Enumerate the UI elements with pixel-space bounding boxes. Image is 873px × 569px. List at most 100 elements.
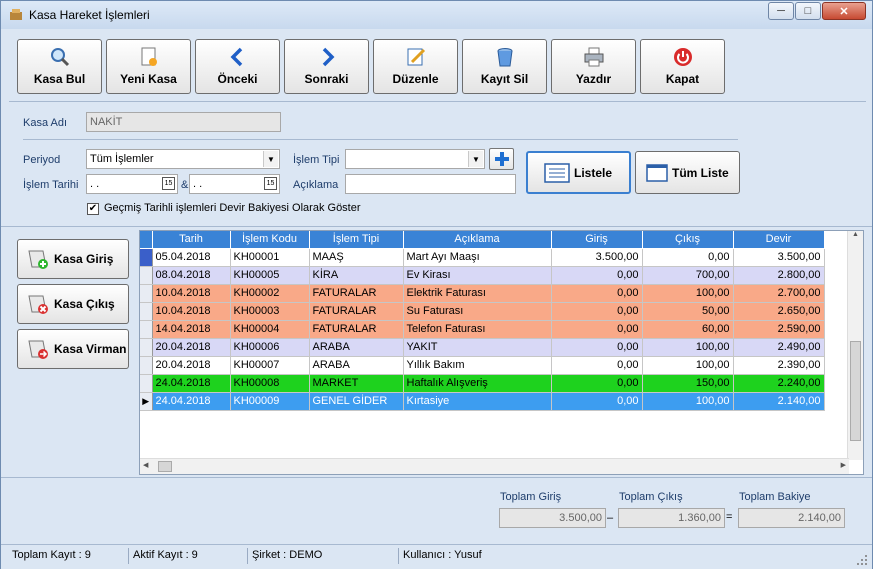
column-header[interactable]: Devir xyxy=(733,231,825,249)
yeni-kasa-button[interactable]: Yeni Kasa xyxy=(106,39,191,94)
kasa-bul-button[interactable]: Kasa Bul xyxy=(17,39,102,94)
row-indicator[interactable]: ▶ xyxy=(140,392,153,411)
scroll-up-icon[interactable]: ▲ xyxy=(848,231,863,245)
table-row[interactable]: 24.04.2018 KH00008 MARKET Haftalık Alışveri… xyxy=(140,374,825,393)
column-header[interactable]: Giriş xyxy=(551,231,643,249)
resize-grip-icon[interactable] xyxy=(856,554,868,566)
column-header[interactable]: İşlem Tipi xyxy=(309,231,404,249)
table-cell-kod[interactable]: KH00008 xyxy=(230,374,310,393)
calendar-icon[interactable]: 15 xyxy=(162,177,175,190)
close-button[interactable]: ✕ xyxy=(822,2,866,20)
maximize-button[interactable]: □ xyxy=(795,2,821,20)
scroll-right-icon[interactable]: ▶ xyxy=(841,461,846,469)
table-row[interactable]: 10.04.2018 KH00003 FATURALAR Su Faturası 0,0… xyxy=(140,302,825,321)
table-cell-tarih[interactable]: 05.04.2018 xyxy=(152,248,231,267)
table-cell-tarih[interactable]: 08.04.2018 xyxy=(152,266,231,285)
table-cell-devir[interactable]: 2.140,00 xyxy=(733,392,825,411)
table-cell-tip[interactable]: FATURALAR xyxy=(309,302,404,321)
table-row[interactable]: ▶ 24.04.2018 KH00009 GENEL GİDER Kırtasiye 0,… xyxy=(140,392,825,411)
table-cell-aciklama[interactable]: YAKIT xyxy=(403,338,552,357)
table-cell-giris[interactable]: 0,00 xyxy=(551,374,643,393)
table-cell-kod[interactable]: KH00005 xyxy=(230,266,310,285)
row-indicator[interactable] xyxy=(140,266,153,285)
table-cell-kod[interactable]: KH00002 xyxy=(230,284,310,303)
table-cell-giris[interactable]: 0,00 xyxy=(551,338,643,357)
table-cell-kod[interactable]: KH00009 xyxy=(230,392,310,411)
table-row[interactable]: 20.04.2018 KH00007 ARABA Yıllık Bakım 0,00 10… xyxy=(140,356,825,375)
row-indicator[interactable] xyxy=(140,338,153,357)
duzenle-button[interactable]: Düzenle xyxy=(373,39,458,94)
table-cell-cikis[interactable]: 50,00 xyxy=(642,302,734,321)
date-to-field[interactable]: . . 15 xyxy=(189,174,280,194)
column-header[interactable]: Çıkış xyxy=(642,231,734,249)
table-cell-devir[interactable]: 2.590,00 xyxy=(733,320,825,339)
table-cell-tip[interactable]: KİRA xyxy=(309,266,404,285)
kasa-virman-button[interactable]: Kasa Virman xyxy=(17,329,129,369)
aciklama-field[interactable] xyxy=(345,174,516,194)
column-header[interactable]: Açıklama xyxy=(403,231,552,249)
chevron-down-icon[interactable]: ▼ xyxy=(263,151,278,167)
sonraki-button[interactable]: Sonraki xyxy=(284,39,369,94)
kasa-cikis-button[interactable]: Kasa Çıkış xyxy=(17,284,129,324)
table-row[interactable]: 10.04.2018 KH00002 FATURALAR Elektrik Fatur… xyxy=(140,284,825,303)
table-row[interactable]: 05.04.2018 KH00001 MAAŞ Mart Ayı Maaşı 3.500… xyxy=(140,248,825,267)
table-cell-giris[interactable]: 0,00 xyxy=(551,302,643,321)
periyod-select[interactable]: Tüm İşlemler ▼ xyxy=(86,149,280,169)
kasa-giris-button[interactable]: Kasa Giriş xyxy=(17,239,129,279)
kayit-sil-button[interactable]: Kayıt Sil xyxy=(462,39,547,94)
onceki-button[interactable]: Önceki xyxy=(195,39,280,94)
table-cell-aciklama[interactable]: Su Faturası xyxy=(403,302,552,321)
table-cell-tip[interactable]: ARABA xyxy=(309,356,404,375)
table-row[interactable]: 14.04.2018 KH00004 FATURALAR Telefon Fatura… xyxy=(140,320,825,339)
table-cell-aciklama[interactable]: Telefon Faturası xyxy=(403,320,552,339)
table-cell-tip[interactable]: GENEL GİDER xyxy=(309,392,404,411)
yazdir-button[interactable]: Yazdır xyxy=(551,39,636,94)
row-indicator[interactable] xyxy=(140,302,153,321)
scroll-left-icon[interactable]: ◀ xyxy=(143,461,148,469)
column-header[interactable]: Tarih xyxy=(152,231,231,249)
table-cell-giris[interactable]: 0,00 xyxy=(551,266,643,285)
hscroll-thumb[interactable] xyxy=(158,461,172,472)
table-cell-tarih[interactable]: 24.04.2018 xyxy=(152,392,231,411)
table-cell-cikis[interactable]: 100,00 xyxy=(642,284,734,303)
table-cell-cikis[interactable]: 0,00 xyxy=(642,248,734,267)
table-cell-devir[interactable]: 2.800,00 xyxy=(733,266,825,285)
table-cell-tarih[interactable]: 24.04.2018 xyxy=(152,374,231,393)
table-cell-tip[interactable]: MARKET xyxy=(309,374,404,393)
vertical-scrollbar[interactable]: ▲ xyxy=(847,231,863,460)
column-header[interactable]: İşlem Kodu xyxy=(230,231,310,249)
scroll-thumb[interactable] xyxy=(850,341,861,441)
table-cell-cikis[interactable]: 100,00 xyxy=(642,356,734,375)
row-indicator[interactable] xyxy=(140,284,153,303)
date-from-field[interactable]: . . 15 xyxy=(86,174,178,194)
minimize-button[interactable]: ─ xyxy=(768,2,794,20)
table-cell-aciklama[interactable]: Yıllık Bakım xyxy=(403,356,552,375)
table-cell-kod[interactable]: KH00001 xyxy=(230,248,310,267)
table-cell-tip[interactable]: MAAŞ xyxy=(309,248,404,267)
listele-button[interactable]: Listele xyxy=(526,151,631,194)
row-indicator[interactable] xyxy=(140,356,153,375)
table-cell-giris[interactable]: 0,00 xyxy=(551,320,643,339)
horizontal-scrollbar[interactable]: ◀ ▶ xyxy=(140,458,849,474)
table-cell-tip[interactable]: FATURALAR xyxy=(309,284,404,303)
table-cell-devir[interactable]: 2.490,00 xyxy=(733,338,825,357)
table-cell-tip[interactable]: FATURALAR xyxy=(309,320,404,339)
kasa-hareket-grid[interactable]: Tarih İşlem Kodu İşlem Tipi Açıklama Gir… xyxy=(139,230,864,475)
table-cell-cikis[interactable]: 100,00 xyxy=(642,392,734,411)
table-cell-devir[interactable]: 2.650,00 xyxy=(733,302,825,321)
table-cell-giris[interactable]: 0,00 xyxy=(551,356,643,375)
islem-tipi-select[interactable]: ▼ xyxy=(345,149,485,169)
table-cell-kod[interactable]: KH00003 xyxy=(230,302,310,321)
table-cell-devir[interactable]: 2.390,00 xyxy=(733,356,825,375)
table-cell-kod[interactable]: KH00004 xyxy=(230,320,310,339)
table-cell-aciklama[interactable]: Kırtasiye xyxy=(403,392,552,411)
table-cell-devir[interactable]: 3.500,00 xyxy=(733,248,825,267)
table-cell-tarih[interactable]: 20.04.2018 xyxy=(152,338,231,357)
tum-liste-button[interactable]: Tüm Liste xyxy=(635,151,740,194)
table-cell-cikis[interactable]: 60,00 xyxy=(642,320,734,339)
table-cell-giris[interactable]: 3.500,00 xyxy=(551,248,643,267)
table-cell-giris[interactable]: 0,00 xyxy=(551,284,643,303)
table-cell-aciklama[interactable]: Mart Ayı Maaşı xyxy=(403,248,552,267)
table-cell-tarih[interactable]: 14.04.2018 xyxy=(152,320,231,339)
table-cell-cikis[interactable]: 100,00 xyxy=(642,338,734,357)
